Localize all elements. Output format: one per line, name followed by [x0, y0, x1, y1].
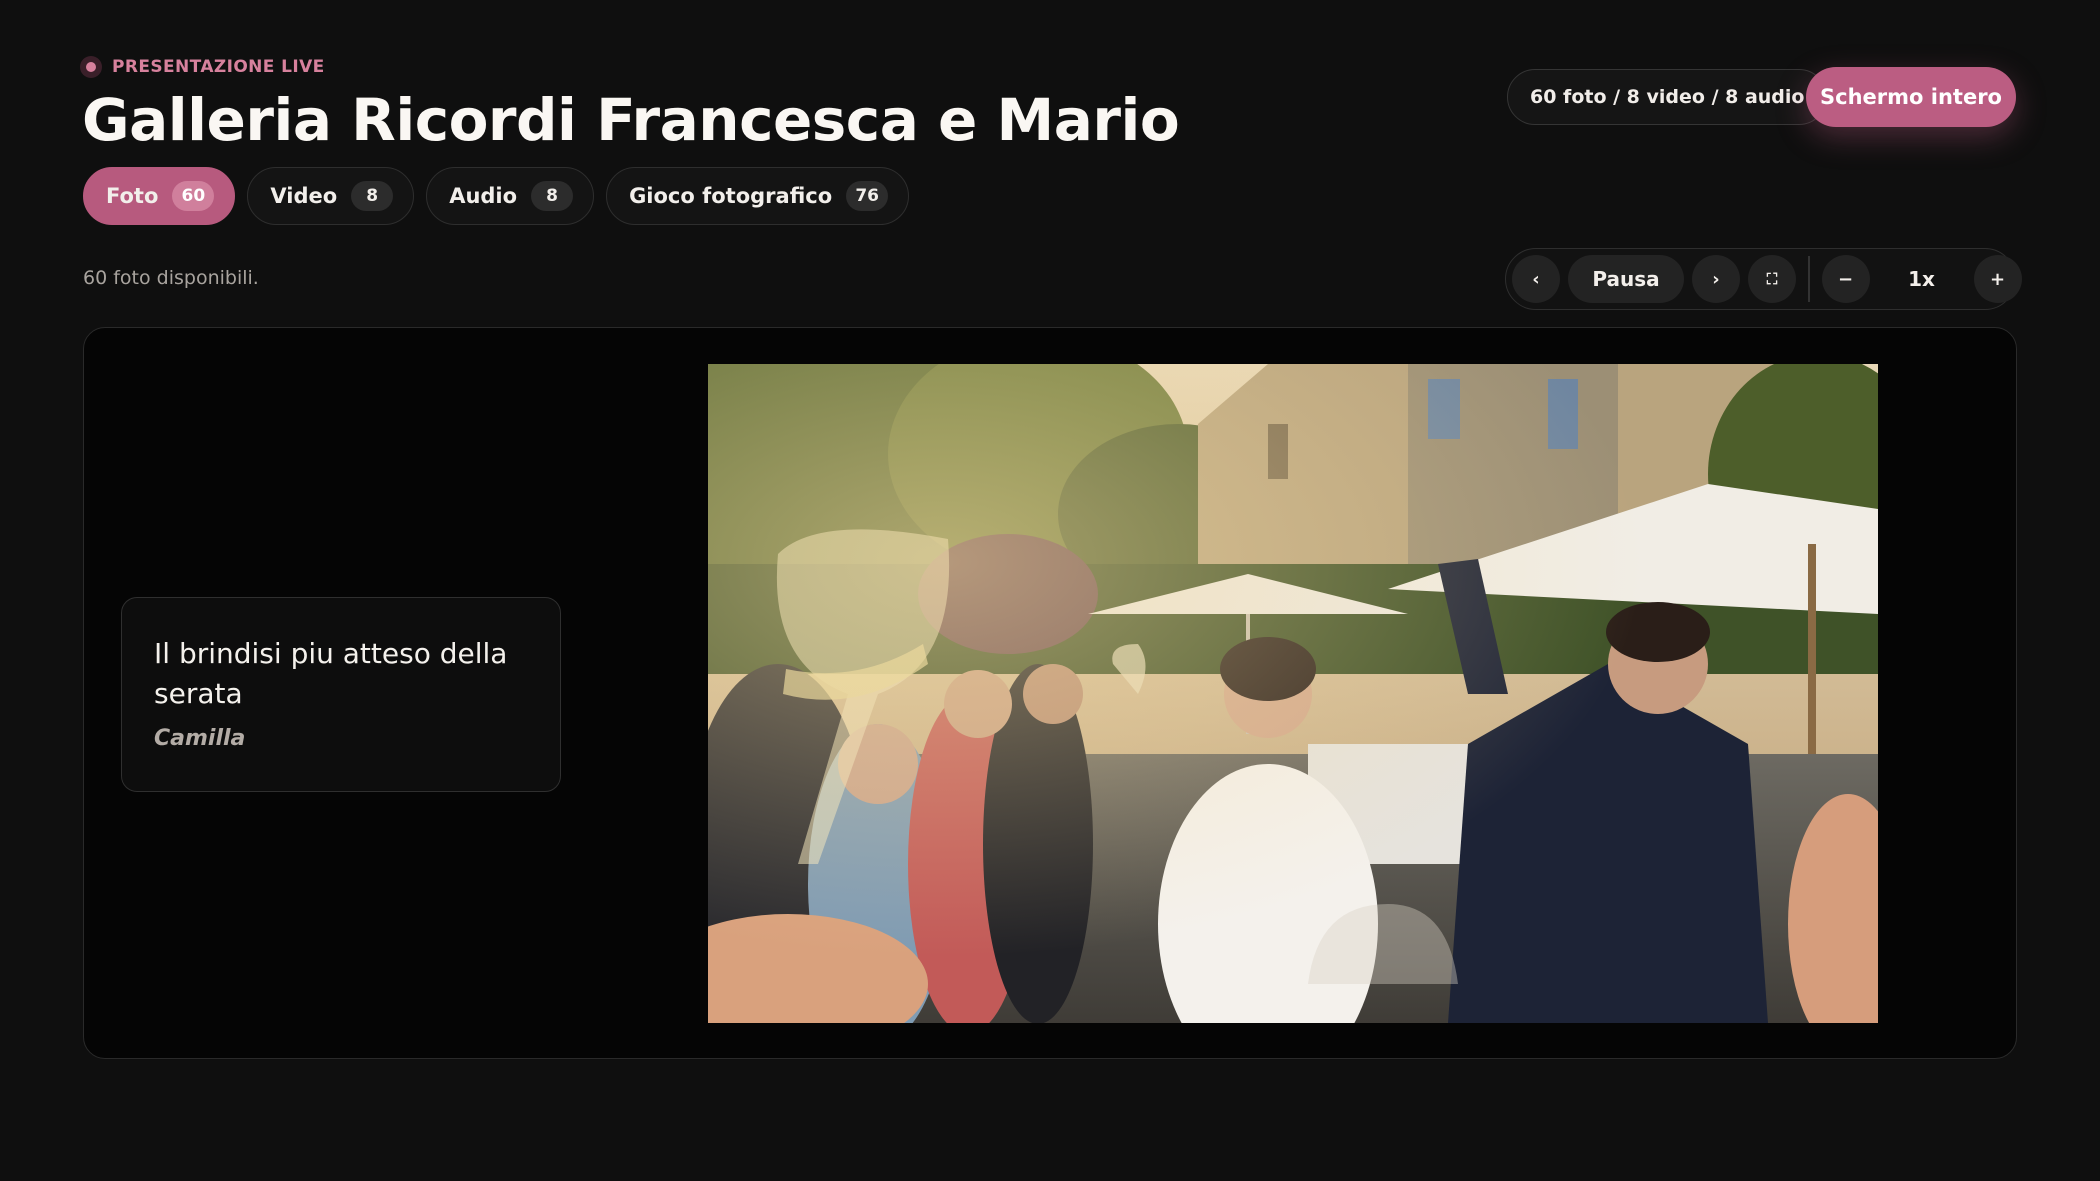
- expand-button[interactable]: ⛶: [1748, 255, 1796, 303]
- slideshow-stage: Il brindisi piu atteso della serata Cami…: [83, 327, 2017, 1059]
- tab-count-badge: 60: [172, 181, 215, 211]
- tab-label: Foto: [106, 184, 159, 208]
- tab-label: Audio: [449, 184, 518, 208]
- expand-icon: ⛶: [1766, 270, 1778, 288]
- slide-photo: [708, 364, 1878, 1023]
- tab-label: Video: [270, 184, 338, 208]
- media-tabs: Foto 60 Video 8 Audio 8 Gioco fotografic…: [83, 167, 910, 225]
- available-count-text: 60 foto disponibili.: [83, 267, 259, 289]
- live-presentation-label: PRESENTAZIONE LIVE: [80, 56, 325, 78]
- tab-count-badge: 8: [531, 181, 574, 211]
- plus-icon: +: [1989, 268, 2006, 290]
- tab-foto[interactable]: Foto 60: [83, 167, 236, 225]
- media-summary-badge: 60 foto / 8 video / 8 audio: [1507, 69, 1828, 125]
- tab-gioco-fotografico[interactable]: Gioco fotografico 76: [606, 167, 910, 225]
- speed-value: 1x: [1908, 267, 1935, 291]
- tab-count-badge: 76: [846, 181, 889, 211]
- minus-icon: −: [1837, 268, 1854, 290]
- speed-decrease-button[interactable]: −: [1821, 255, 1870, 303]
- wedding-toast-photo: [708, 364, 1878, 1023]
- caption-card: Il brindisi piu atteso della serata Cami…: [121, 597, 561, 792]
- caption-author: Camilla: [154, 726, 246, 751]
- caption-text: Il brindisi piu atteso della serata: [154, 637, 508, 710]
- speed-increase-button[interactable]: +: [1973, 255, 2022, 303]
- live-label-text: PRESENTAZIONE LIVE: [112, 57, 325, 77]
- next-button[interactable]: ›: [1692, 255, 1740, 303]
- fullscreen-button[interactable]: Schermo intero: [1806, 67, 2016, 127]
- tab-count-badge: 8: [351, 181, 394, 211]
- previous-button[interactable]: ‹: [1512, 255, 1560, 303]
- chevron-right-icon: ›: [1712, 268, 1720, 290]
- live-dot-icon: [80, 56, 102, 78]
- pause-button[interactable]: Pausa: [1568, 255, 1684, 303]
- tab-label: Gioco fotografico: [629, 184, 833, 208]
- tab-audio[interactable]: Audio 8: [426, 167, 595, 225]
- page-title: Galleria Ricordi Francesca e Mario: [82, 86, 1180, 154]
- slideshow-controls: ‹ Pausa › ⛶ − 1x +: [1505, 248, 2022, 310]
- tab-video[interactable]: Video 8: [247, 167, 415, 225]
- chevron-left-icon: ‹: [1532, 268, 1540, 290]
- controls-divider: [1808, 256, 1810, 302]
